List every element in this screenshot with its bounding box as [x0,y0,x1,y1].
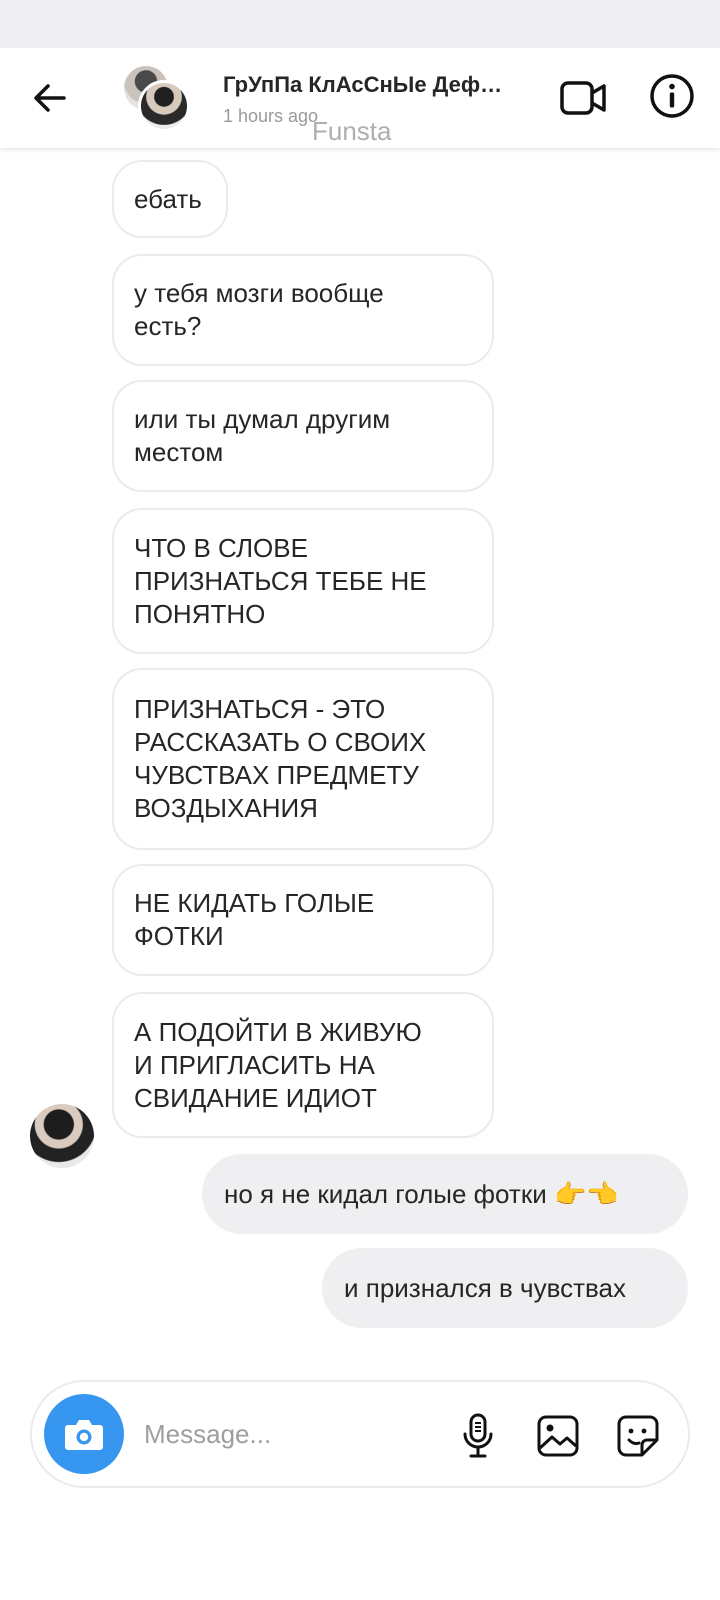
microphone-icon [463,1413,493,1458]
video-call-button[interactable] [556,74,612,122]
video-camera-icon [560,81,606,115]
image-icon [537,1415,579,1457]
message-bubble-sent[interactable]: но я не кидал голые фотки 👉👈 [202,1154,688,1234]
group-avatar[interactable] [124,66,190,132]
message-bubble[interactable]: ебать [112,160,228,238]
message-bubble[interactable]: А ПОДОЙТИ В ЖИВУЮ И ПРИГЛАСИТЬ НА СВИДАН… [112,992,494,1138]
camera-button[interactable] [44,1394,124,1474]
watermark: Funsta [312,116,392,146]
message-bubble[interactable]: ЧТО В СЛОВЕ ПРИЗНАТЬСЯ ТЕБЕ НЕ ПОНЯТНО [112,508,494,654]
message-bubble[interactable]: у тебя мозги вообще есть? [112,254,494,366]
last-active-status: 1 hours ago [223,106,319,126]
message-composer [30,1380,690,1488]
message-text: или ты думал другим местом [134,404,391,467]
camera-icon [65,1420,103,1450]
member-avatar [138,80,190,132]
info-icon [650,74,694,118]
message-text: ПРИЗНАТЬСЯ - ЭТО РАССКАЗАТЬ О СВОИХ ЧУВС… [134,694,427,823]
message-input[interactable] [144,1410,434,1458]
gallery-button[interactable] [532,1410,584,1462]
message-bubble[interactable]: или ты думал другим местом [112,380,494,492]
message-text: но я не кидал голые фотки 👉👈 [224,1178,619,1209]
back-button[interactable] [22,72,78,124]
voice-message-button[interactable] [452,1410,504,1462]
message-bubble[interactable]: НЕ КИДАТЬ ГОЛЫЕ ФОТКИ [112,864,494,976]
message-text: ЧТО В СЛОВЕ ПРИЗНАТЬСЯ ТЕБЕ НЕ ПОНЯТНО [134,532,427,629]
message-bubble[interactable]: ПРИЗНАТЬСЯ - ЭТО РАССКАЗАТЬ О СВОИХ ЧУВС… [112,668,494,850]
status-bar [0,0,720,48]
message-text: и признался в чувствах [344,1272,627,1303]
info-button[interactable] [646,70,698,122]
arrow-left-icon [34,84,66,112]
message-text: у тебя мозги вообще есть? [134,278,384,341]
message-thread[interactable]: ебать у тебя мозги вообще есть? или ты д… [0,148,720,1370]
sender-avatar[interactable] [30,1104,94,1168]
message-bubble-sent[interactable]: и признался в чувствах [322,1248,688,1328]
message-text: ебать [134,183,202,214]
sticker-icon [617,1415,659,1457]
message-text: А ПОДОЙТИ В ЖИВУЮ И ПРИГЛАСИТЬ НА СВИДАН… [134,1016,422,1113]
message-text: НЕ КИДАТЬ ГОЛЫЕ ФОТКИ [134,888,375,951]
chat-title[interactable]: ГрУпПа КлАсСнЫе Деф… [223,72,533,98]
chat-header: ГрУпПа КлАсСнЫе Деф… 1 hours ago Funsta [0,48,720,148]
sticker-button[interactable] [612,1410,664,1462]
